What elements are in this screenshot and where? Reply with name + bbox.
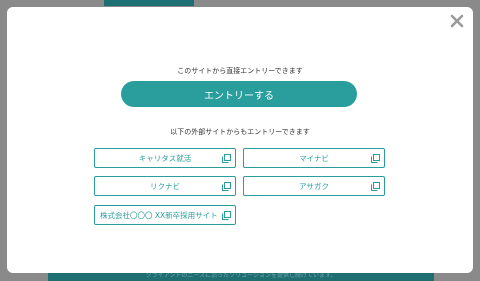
external-site-button-company-recruit[interactable]: 株式会社〇〇〇 XX新卒採用サイト (94, 205, 236, 225)
external-site-label: リクナビ (150, 181, 180, 191)
external-site-button-mynavi[interactable]: マイナビ (243, 148, 385, 168)
external-site-button-asagaku[interactable]: アサガク (243, 176, 385, 196)
external-link-icon (371, 154, 380, 163)
external-link-icon (222, 211, 231, 220)
external-link-icon (222, 182, 231, 191)
entry-button[interactable]: エントリーする (121, 81, 357, 107)
background-header-bar (104, 0, 194, 6)
external-entry-lead: 以下の外部サイトからもエントリーできます (170, 128, 310, 136)
direct-entry-lead: このサイトから直接エントリーできます (177, 67, 303, 75)
external-site-button-rikunabi[interactable]: リクナビ (94, 176, 236, 196)
external-site-label: 株式会社〇〇〇 XX新卒採用サイト (100, 210, 218, 220)
external-link-icon (371, 182, 380, 191)
external-site-label: マイナビ (299, 153, 329, 163)
page: クライアントのニーズに沿ったソリューションを提供し続けています。 このサイトから… (0, 0, 480, 281)
external-site-button-caritas[interactable]: キャリタス就活 (94, 148, 236, 168)
close-icon[interactable] (449, 13, 465, 29)
entry-modal: このサイトから直接エントリーできます エントリーする 以下の外部サイトからもエン… (7, 7, 473, 273)
external-link-icon (222, 154, 231, 163)
external-site-label: アサガク (299, 181, 329, 191)
external-site-label: キャリタス就活 (138, 153, 192, 163)
